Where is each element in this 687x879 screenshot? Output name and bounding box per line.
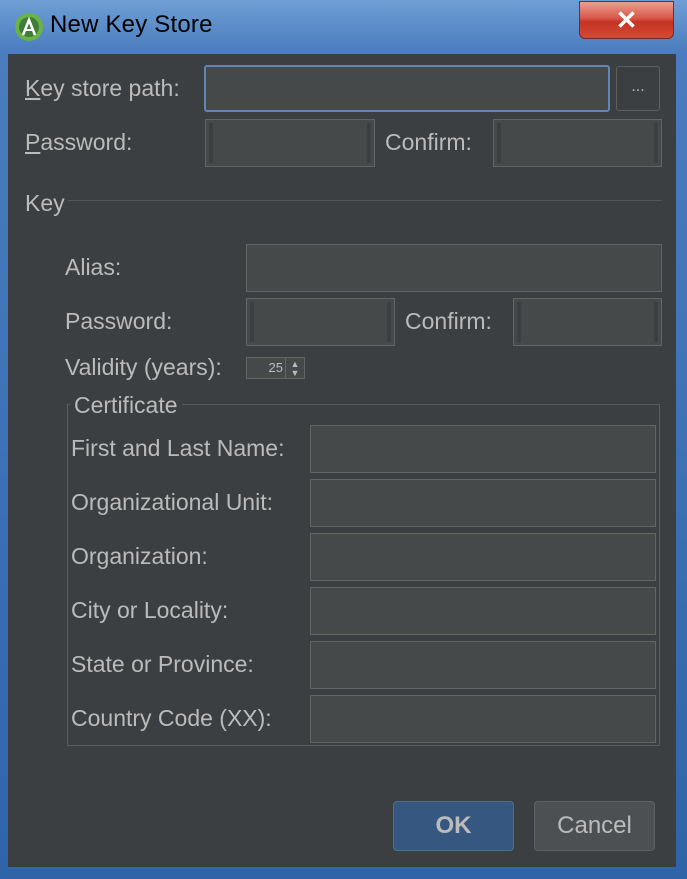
first-last-name-input[interactable] (310, 425, 656, 473)
org-unit-input[interactable] (310, 479, 656, 527)
validity-label: Validity (years): (65, 354, 222, 380)
title-bar[interactable]: New Key Store ✕ (0, 0, 687, 52)
keystore-password-label: Password: (25, 129, 133, 155)
key-section-separator (68, 200, 662, 201)
organization-label: Organization: (71, 543, 208, 569)
city-input[interactable] (310, 587, 656, 635)
organization-input[interactable] (310, 533, 656, 581)
spinner-down-icon[interactable]: ▼ (286, 369, 304, 378)
keystore-path-label-text: ey store path: (40, 75, 180, 101)
org-unit-label: Organizational Unit: (71, 489, 273, 515)
keystore-confirm-label: Confirm: (385, 129, 472, 155)
keystore-path-label: Key store path: (25, 75, 180, 101)
key-confirm-label: Confirm: (405, 308, 492, 334)
browse-button[interactable]: ... (616, 66, 660, 111)
alias-input[interactable] (246, 244, 662, 292)
spinner-arrows[interactable]: ▲ ▼ (285, 358, 304, 378)
country-code-input[interactable] (310, 695, 656, 743)
dialog-window: New Key Store ✕ Key store path: ... Pass… (0, 0, 687, 879)
validity-spinner[interactable]: 25 ▲ ▼ (246, 357, 305, 379)
ok-button[interactable]: OK (393, 801, 514, 851)
close-button[interactable]: ✕ (579, 1, 674, 39)
keystore-password-label-text: assword: (40, 129, 133, 155)
country-code-label: Country Code (XX): (71, 705, 272, 731)
alias-label: Alias: (65, 254, 122, 280)
city-label: City or Locality: (71, 597, 229, 623)
key-password-label: Password: (65, 308, 173, 334)
key-section-label: Key (25, 190, 65, 216)
validity-value: 25 (268, 360, 283, 375)
cancel-button[interactable]: Cancel (534, 801, 655, 851)
certificate-title: Certificate (70, 392, 182, 419)
state-label: State or Province: (71, 651, 254, 677)
state-input[interactable] (310, 641, 656, 689)
keystore-path-input[interactable] (204, 65, 610, 112)
key-password-input[interactable] (246, 298, 395, 346)
dialog-content: Key store path: ... Password: Confirm: K… (8, 54, 676, 867)
android-studio-icon (15, 13, 43, 41)
window-title: New Key Store (50, 11, 213, 38)
keystore-password-input[interactable] (205, 119, 375, 167)
close-icon: ✕ (615, 5, 638, 35)
first-last-name-label: First and Last Name: (71, 435, 285, 461)
keystore-confirm-input[interactable] (493, 119, 662, 167)
key-confirm-input[interactable] (513, 298, 662, 346)
